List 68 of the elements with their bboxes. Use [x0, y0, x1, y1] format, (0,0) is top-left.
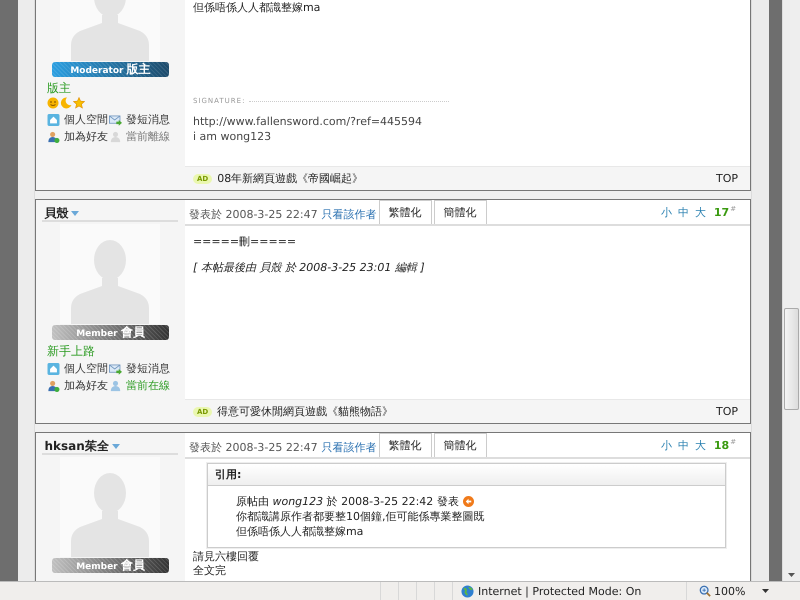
ad-link[interactable]: 08年新網頁遊戲《帝國崛起》 [217, 171, 364, 186]
dropdown-caret-icon[interactable] [762, 589, 770, 593]
author-name[interactable]: hksan茱全 [44, 440, 109, 452]
profile-link[interactable]: 個人空間 [64, 112, 108, 127]
convert-tab[interactable]: 簡體化 [434, 200, 487, 224]
author-only-link[interactable]: 只看該作者 [322, 207, 377, 224]
home-icon[interactable] [46, 114, 60, 126]
convert-tab[interactable]: 繁體化 [378, 433, 432, 457]
back-arrow-icon[interactable] [462, 496, 474, 507]
envelope-icon[interactable] [108, 362, 122, 374]
convert-tab[interactable]: 簡體化 [434, 433, 487, 457]
smiley-icon [46, 97, 59, 109]
profile-link[interactable]: 加為好友 [64, 378, 108, 393]
top-link[interactable]: TOP [716, 172, 738, 185]
profile-link[interactable]: 加為好友 [64, 129, 108, 144]
rank-title: 新手上路 [46, 344, 95, 358]
font-size-link[interactable]: 小 [660, 438, 672, 452]
user-add-icon[interactable] [46, 380, 60, 392]
message-text: 全文完 [192, 564, 227, 578]
font-size-link[interactable]: 中 [678, 438, 689, 452]
font-size-link[interactable]: 中 [678, 204, 689, 220]
zoom-icon[interactable] [699, 585, 711, 597]
security-zone: Internet | Protected Mode: On [478, 584, 642, 598]
quote-byline: 原帖由 wong123 於 2008-3-25 22:42 發表 [236, 494, 459, 509]
font-size-link[interactable]: 小 [660, 204, 672, 220]
caret-icon[interactable] [112, 444, 120, 448]
role-badge: Moderator 版主 [52, 62, 169, 77]
role-badge: Member 會員 [52, 325, 169, 340]
post-date: 發表於 2008-3-25 22:47 [188, 440, 318, 456]
zoom-level[interactable]: 100% [714, 584, 746, 598]
message-text: 請見六樓回覆 [192, 550, 260, 564]
online-status: 當前離線 [126, 129, 170, 144]
quote-text: 但係唔係人人都識整嫁ma [236, 524, 364, 539]
scrollbar[interactable] [782, 0, 800, 581]
quote-title: 引用: [214, 468, 242, 481]
caret-icon[interactable] [71, 210, 80, 216]
profile-link[interactable]: 發短消息 [126, 112, 170, 127]
floor-number: 18 [714, 438, 730, 452]
online-status: 當前在線 [126, 378, 170, 393]
moon-icon [60, 97, 72, 109]
profile-link[interactable]: 個人空間 [64, 361, 108, 376]
signature-text: http://www.fallensword.com/?ref=445594 [192, 114, 424, 129]
scroll-thumb[interactable] [784, 308, 800, 410]
signature-text: i am wong123 [192, 129, 272, 144]
font-size-link[interactable]: 大 [694, 204, 706, 220]
globe-icon [461, 584, 474, 598]
quote-text: 你都識講原作者都要整10個鐘,佢可能係專業整圖既 [236, 509, 486, 524]
profile-link[interactable]: 發短消息 [126, 361, 170, 376]
author-only-link[interactable]: 只看該作者 [322, 440, 377, 457]
floor-mark: # [730, 205, 736, 213]
author-name[interactable]: 貝殼 [44, 206, 68, 220]
envelope-icon[interactable] [108, 114, 122, 126]
rank-title: 版主 [46, 80, 71, 97]
edit-note: [ 本帖最後由 貝殼 於 2008-3-25 23:01 編輯 ] [192, 260, 426, 275]
star-icon [72, 97, 85, 109]
home-icon[interactable] [46, 362, 60, 374]
scroll-down-icon[interactable] [788, 573, 796, 577]
message-text: 但係唔係人人都識整嫁ma [192, 0, 322, 15]
floor-number: 17 [714, 206, 730, 218]
font-size-link[interactable]: 大 [694, 438, 706, 452]
top-link[interactable]: TOP [716, 405, 738, 418]
post-date: 發表於 2008-3-25 22:47 [188, 207, 318, 223]
message-text: =====刪===== [192, 234, 298, 249]
floor-mark: # [730, 438, 736, 446]
convert-tab[interactable]: 繁體化 [378, 200, 432, 224]
user-add-icon[interactable] [46, 130, 60, 142]
role-badge: Member 會員 [52, 558, 169, 573]
ad-link[interactable]: 得意可愛休閒網頁遊戲《貓熊物語》 [217, 404, 394, 419]
